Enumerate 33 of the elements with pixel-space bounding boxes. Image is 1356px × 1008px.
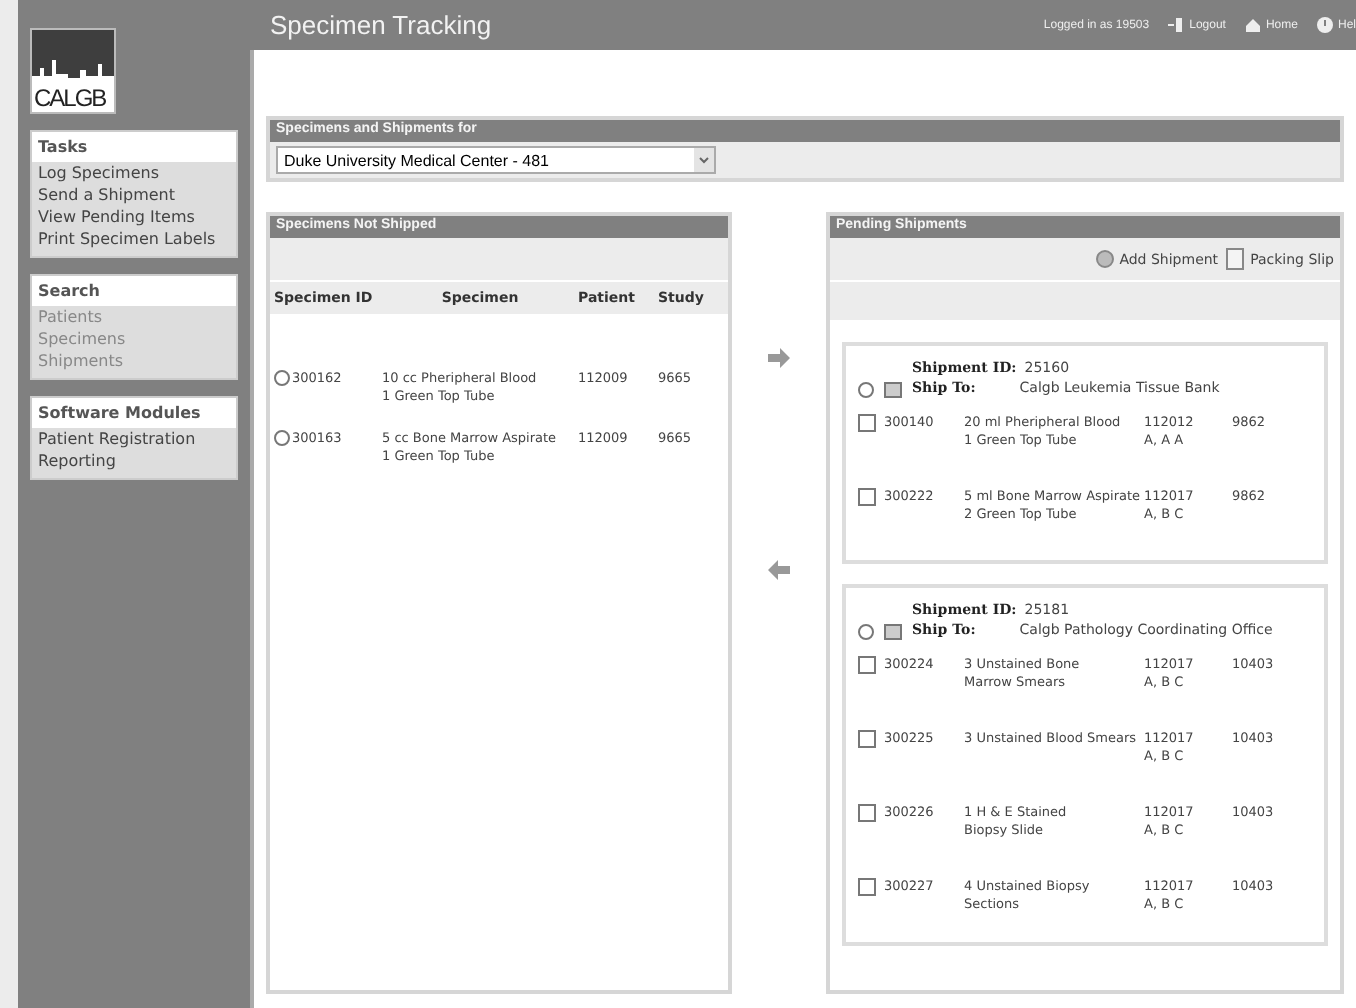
checkbox[interactable] (858, 656, 876, 674)
document-icon (1226, 248, 1245, 270)
checkbox[interactable] (858, 804, 876, 822)
logo-text: CALGB (32, 84, 114, 112)
menu-link[interactable]: View Pending Items (32, 206, 236, 228)
box-icon (884, 624, 902, 640)
radio-button[interactable] (274, 430, 290, 446)
page-title: Specimen Tracking (270, 10, 494, 40)
radio-button[interactable] (274, 370, 290, 386)
help-icon (1315, 16, 1334, 34)
menu-link[interactable]: Patient Registration (32, 428, 236, 450)
menu-title: Software Modules (32, 398, 236, 428)
box-icon (884, 382, 902, 398)
checkbox[interactable] (858, 414, 876, 432)
right-arrow-icon[interactable] (768, 348, 790, 368)
menu-link[interactable]: Log Specimens (32, 162, 236, 184)
checkbox[interactable] (858, 730, 876, 748)
menu-link[interactable]: Reporting (32, 450, 236, 472)
menu-link[interactable]: Print Specimen Labels (32, 228, 236, 250)
radio-button[interactable] (858, 624, 874, 640)
home-icon (1243, 16, 1262, 34)
radio-button[interactable] (858, 382, 874, 398)
circle-icon (1095, 250, 1114, 268)
site-dropdown[interactable]: Duke University Medical Center - 481 (276, 146, 716, 174)
menu-title: Tasks (32, 132, 236, 162)
left-arrow-icon[interactable] (768, 560, 790, 580)
door-icon (1167, 16, 1186, 34)
menu-title: Search (32, 276, 236, 306)
skyline-icon (32, 56, 114, 84)
checkbox[interactable] (858, 488, 876, 506)
checkbox[interactable] (858, 878, 876, 896)
menu-link[interactable]: Send a Shipment (32, 184, 236, 206)
caret-icon (694, 148, 714, 172)
